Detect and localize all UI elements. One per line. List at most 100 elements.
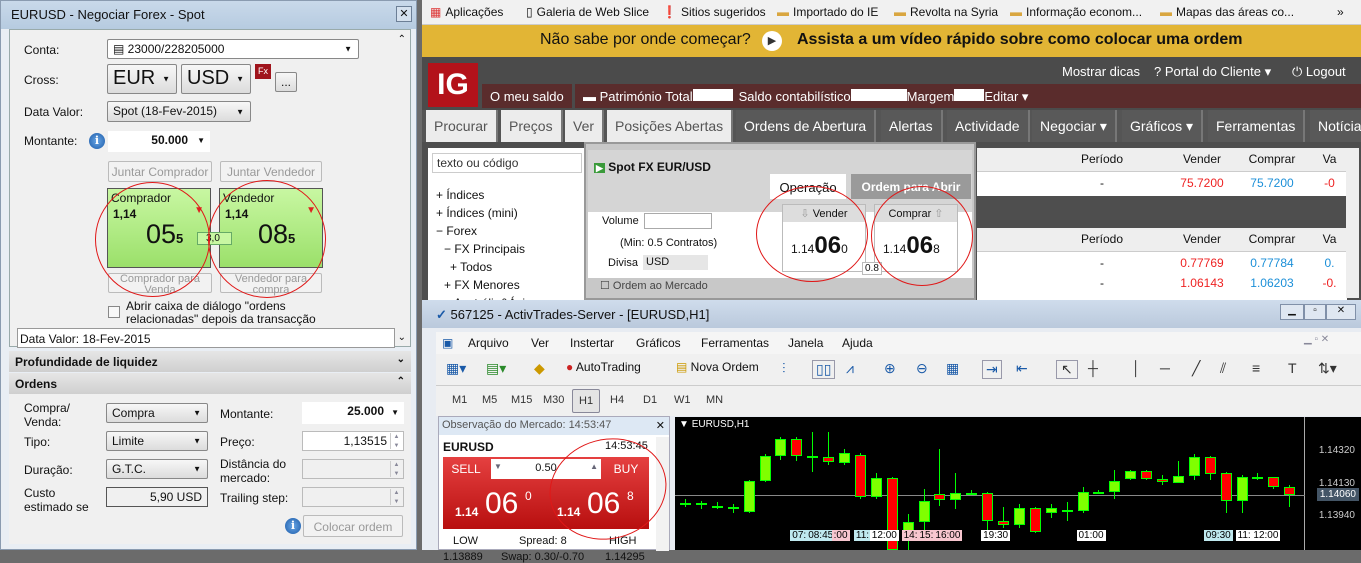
decrease-icon[interactable]: ▼ (494, 462, 502, 471)
autoscroll-icon[interactable]: ⇥ (982, 360, 1002, 379)
tf-m5[interactable]: M5 (482, 394, 497, 406)
more-bookmarks[interactable]: » (1337, 5, 1344, 19)
col-comprar[interactable]: Comprar (1237, 152, 1307, 166)
zoom-in-icon[interactable]: ⊕ (884, 360, 896, 377)
trendline-icon[interactable]: ╱ (1192, 360, 1200, 377)
chart-shift-icon[interactable]: ⇤ (1016, 360, 1028, 377)
help-banner[interactable]: Não sabe por onde começar? ▶ Assista a u… (422, 25, 1361, 57)
maximize-button[interactable]: ▫ (1304, 304, 1326, 320)
col-comprar[interactable]: Comprar (1237, 232, 1307, 246)
menu-ferramentas[interactable]: Ferramentas (701, 336, 769, 350)
tipo-select[interactable]: Limite ▼ (106, 431, 208, 451)
new-chart-icon[interactable]: ▦▾ (446, 360, 466, 377)
cross-base-select[interactable]: EUR ▼ (107, 64, 177, 94)
col-vender[interactable]: Vender (1177, 152, 1227, 166)
cell-vender[interactable]: 75.7200 (1167, 176, 1237, 190)
section-ordens[interactable]: Ordens ⌃ (9, 373, 411, 394)
ordens-montante-input[interactable]: 25.000 ▼ (302, 402, 404, 424)
mdi-controls[interactable]: ▁ ▫ ✕ (1304, 334, 1329, 345)
tree-item[interactable]: + Índices (436, 186, 532, 204)
close-button[interactable]: ✕ (396, 6, 412, 22)
cell-comprar[interactable]: 0.77784 (1237, 256, 1307, 270)
tab-ver[interactable]: Ver (565, 110, 605, 142)
close-button[interactable]: ✕ (1326, 304, 1356, 320)
tf-w1[interactable]: W1 (674, 394, 691, 406)
logout-link[interactable]: ⏻ Logout (1292, 64, 1346, 80)
duracao-select[interactable]: G.T.C. ▼ (106, 459, 208, 479)
related-orders-checkbox[interactable] (108, 306, 120, 318)
more-button[interactable]: ... (275, 72, 297, 92)
minimize-button[interactable]: ▁ (1280, 304, 1304, 320)
editar-link[interactable]: Editar (984, 89, 1018, 104)
cell-comprar[interactable]: 1.06203 (1237, 276, 1307, 290)
horizontal-line-icon[interactable]: ─ (1160, 360, 1170, 376)
ordem-mercado-checkbox[interactable]: ☐ Ordem ao Mercado (600, 279, 708, 292)
bookmark-item[interactable]: ❗ Sitios sugeridos (662, 5, 766, 19)
tab-precos[interactable]: Preços (501, 110, 563, 142)
profiles-icon[interactable]: ▤▾ (486, 360, 506, 377)
menu-arquivo[interactable]: Arquivo (468, 336, 509, 350)
cell-vender[interactable]: 1.06143 (1167, 276, 1237, 290)
tree-item[interactable]: + FX Menores (436, 276, 532, 294)
autotrading-button[interactable]: ● AutoTrading (566, 360, 641, 374)
tf-m30[interactable]: M30 (543, 394, 564, 406)
tree-item[interactable]: + Todos (436, 258, 532, 276)
o-meu-saldo-button[interactable]: O meu saldo (482, 84, 572, 108)
bookmark-item[interactable]: ▦ Aplicações (430, 5, 503, 19)
play-icon[interactable]: ▶ (762, 31, 782, 51)
crosshair-icon[interactable]: ┼ (1088, 360, 1098, 376)
tab-posicoes-abertas[interactable]: Posições Abertas (607, 110, 734, 142)
sell-button[interactable]: SELL (447, 459, 485, 479)
cursor-icon[interactable]: ↖ (1056, 360, 1078, 379)
volume-input[interactable] (644, 213, 712, 229)
tf-mn[interactable]: MN (706, 394, 723, 406)
spinner[interactable]: ▲ ▼ (390, 461, 402, 477)
portal-cliente-link[interactable]: ? Portal do Cliente ▾ (1154, 64, 1271, 80)
colocar-ordem-button[interactable]: Colocar ordem (303, 515, 403, 537)
bookmark-item[interactable]: ▬ Revolta na Syria (894, 5, 998, 19)
fx-badge[interactable]: Fx (255, 64, 271, 79)
bookmark-item[interactable]: ▬ Importado do IE (777, 5, 878, 19)
mostrar-dicas-link[interactable]: Mostrar dicas (1062, 64, 1140, 79)
expand-icon[interactable]: ⌄ (398, 332, 406, 343)
ig-logo[interactable]: IG (428, 63, 478, 107)
data-valor-select[interactable]: Spot (18-Fev-2015) ▼ (107, 101, 251, 122)
menu-ver[interactable]: Ver (531, 336, 549, 350)
tf-m15[interactable]: M15 (511, 394, 532, 406)
fibonacci-icon[interactable]: ≡ (1252, 360, 1260, 376)
scrollbar[interactable] (1346, 148, 1359, 298)
text-icon[interactable]: T (1288, 360, 1297, 376)
price-chart[interactable]: ▼ EURUSD,H1 1.14320 1.14130 1.13940 1.14060… (675, 417, 1361, 550)
cell-vender[interactable]: 0.77769 (1167, 256, 1237, 270)
search-input[interactable]: texto ou código (432, 153, 582, 173)
tab-negociar[interactable]: Negociar ▾ (1032, 110, 1117, 142)
juntar-vendedor-button[interactable]: Juntar Vendedor (220, 161, 322, 182)
collapse-icon[interactable]: ⌃ (398, 34, 406, 45)
cross-quote-select[interactable]: USD ▼ (181, 64, 251, 94)
tree-item[interactable]: + Índices (mini) (436, 204, 532, 222)
juntar-comprador-button[interactable]: Juntar Comprador (108, 161, 212, 182)
bar-chart-icon[interactable]: ⫶ (782, 360, 786, 377)
close-icon[interactable]: ✕ (656, 419, 665, 432)
tf-h4[interactable]: H4 (610, 394, 624, 406)
line-chart-icon[interactable]: ⩘ (846, 360, 854, 377)
tile-windows-icon[interactable]: ▦ (946, 360, 959, 377)
section-liquidez[interactable]: Profundidade de liquidez ⌄ (9, 351, 411, 372)
tree-item[interactable]: − Forex (436, 222, 532, 240)
tab-noticias[interactable]: Notícia (1310, 110, 1361, 142)
info-icon[interactable]: i (285, 518, 301, 534)
bookmark-item[interactable]: ▬ Informação econom... (1010, 5, 1142, 19)
equidistant-channel-icon[interactable]: ⫽ (1220, 360, 1226, 377)
trailing-input[interactable]: ▲ ▼ (302, 487, 404, 507)
bookmark-item[interactable]: ▬ Mapas das áreas co... (1160, 5, 1294, 19)
collapse-icon[interactable]: ▬ (583, 89, 600, 104)
tf-d1[interactable]: D1 (643, 394, 657, 406)
col-vender[interactable]: Vender (1177, 232, 1227, 246)
col-periodo[interactable]: Período (1057, 152, 1147, 166)
vertical-line-icon[interactable]: │ (1132, 360, 1141, 376)
tab-graficos[interactable]: Gráficos ▾ (1122, 110, 1204, 142)
spinner[interactable]: ▲ ▼ (390, 489, 402, 505)
tab-alertas[interactable]: Alertas (881, 110, 943, 142)
compra-venda-select[interactable]: Compra ▼ (106, 403, 208, 423)
conta-select[interactable]: ▤ 23000/228205000 ▼ (107, 39, 359, 59)
